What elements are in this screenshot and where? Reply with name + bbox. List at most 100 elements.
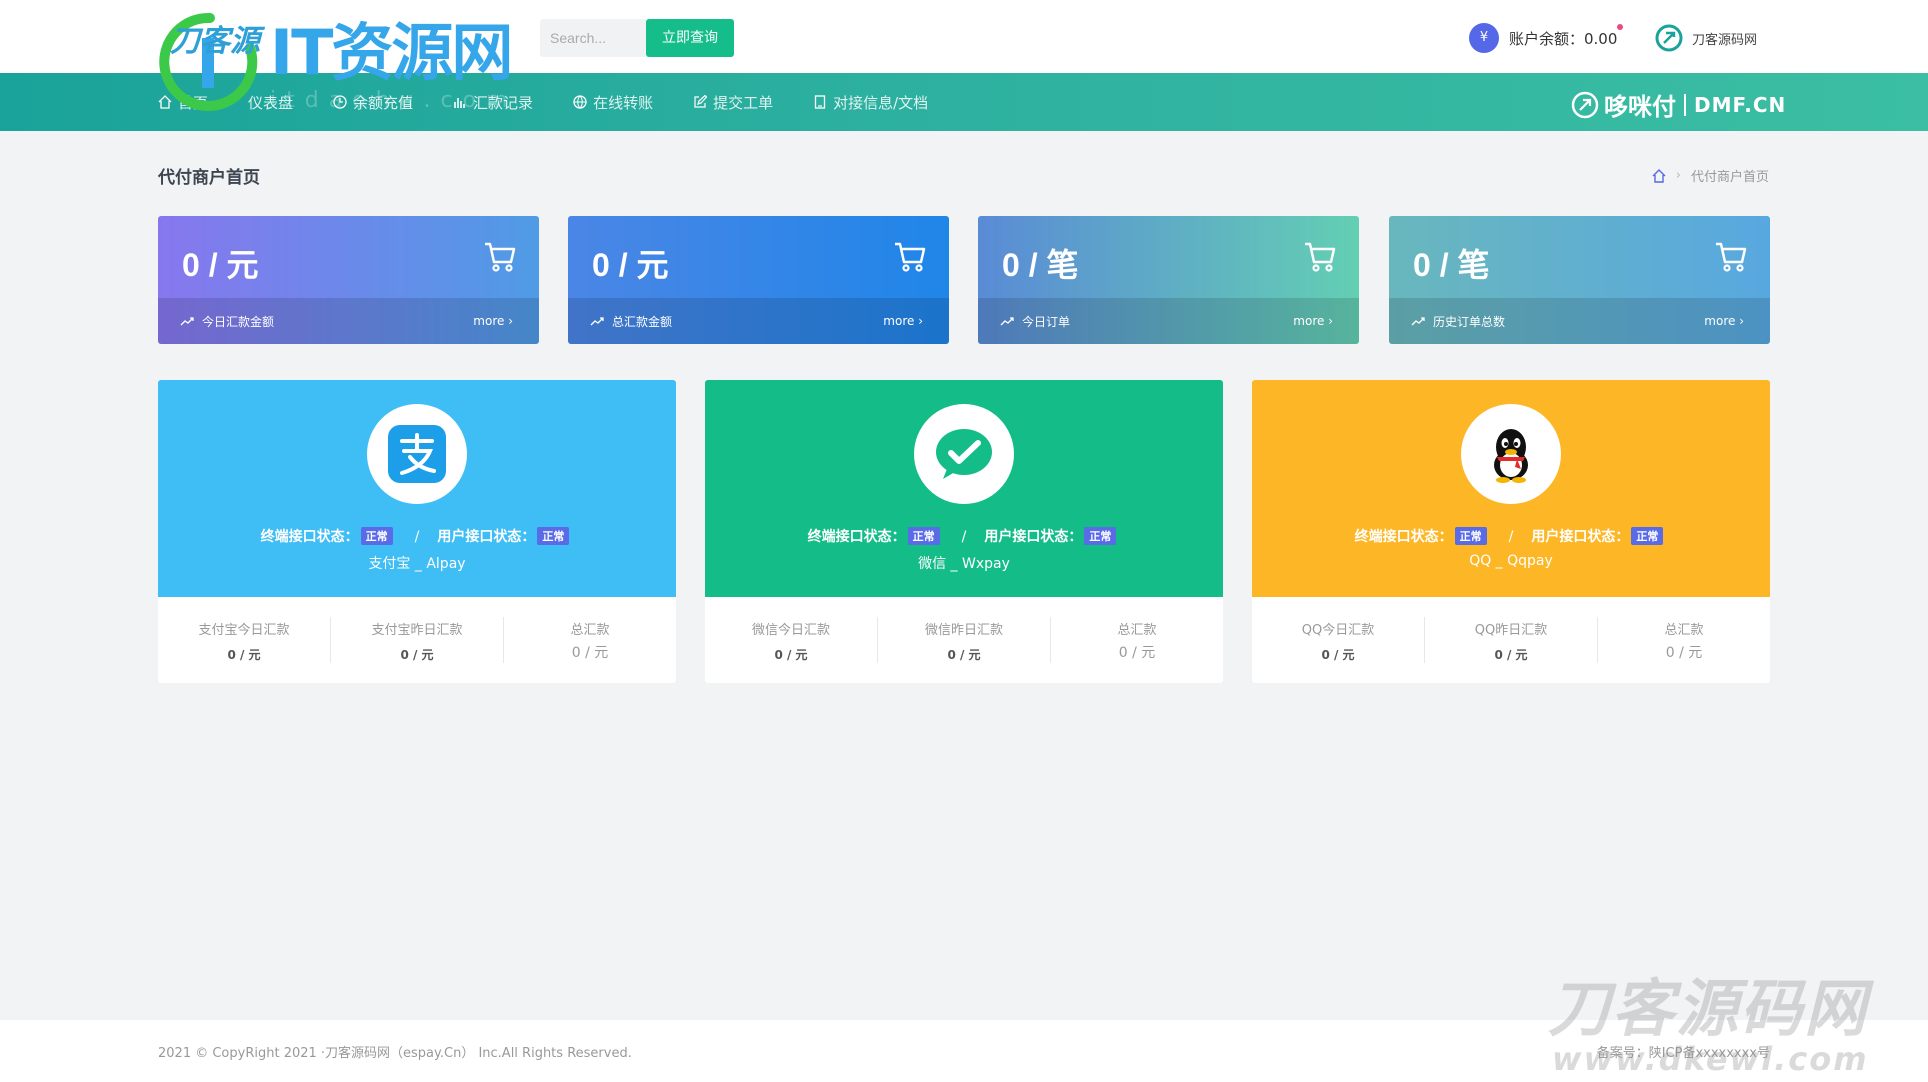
logo-sub: itdaohu.com xyxy=(270,88,518,113)
pay-stat-value: 0 / 元 xyxy=(400,648,434,662)
status-badge: 正常 xyxy=(907,527,940,545)
brand-logo[interactable]: 哆咪付 DMF.CN xyxy=(1570,87,1786,122)
nav-item-docs[interactable]: 对接信息/文档 xyxy=(813,92,928,113)
more-link[interactable]: more › xyxy=(883,314,923,328)
more-link[interactable]: more › xyxy=(1293,314,1333,328)
pay-stats: 支付宝今日汇款 0 / 元 支付宝昨日汇款 0 / 元 总汇款 0 / 元 xyxy=(158,597,676,683)
status-badge: 正常 xyxy=(1631,527,1664,545)
pay-channel-name: 微信 _ Wxpay xyxy=(918,556,1010,572)
pay-stat-today: 微信今日汇款 0 / 元 xyxy=(705,617,878,663)
pay-stat-today: QQ今日汇款 0 / 元 xyxy=(1252,617,1425,663)
interface-status: 终端接口状态： 正常 / 用户接口状态： 正常 xyxy=(705,526,1223,546)
pay-stat-yesterday: QQ昨日汇款 0 / 元 xyxy=(1425,617,1598,663)
yuan-coin-icon: ¥ xyxy=(1469,23,1499,53)
pay-stat-label: 微信昨日汇款 xyxy=(924,623,1003,638)
pay-stat-label: QQ昨日汇款 xyxy=(1474,623,1548,638)
pay-channel-name: 支付宝 _ Alpay xyxy=(368,556,466,572)
site-logo-icon xyxy=(1655,24,1683,52)
notification-dot xyxy=(1617,24,1624,30)
trend-up-icon xyxy=(180,317,194,326)
stat-value: 0 / 笔 xyxy=(1413,247,1490,283)
pay-stat-label: QQ今日汇款 xyxy=(1301,623,1375,638)
pay-stat-label: 支付宝昨日汇款 xyxy=(371,623,463,638)
breadcrumb-separator: › xyxy=(1675,168,1681,183)
pay-stat-value: 0 / 元 xyxy=(1494,648,1528,662)
stat-card-today-amount: 0 / 元 今日汇款金额 more › xyxy=(158,216,539,344)
pay-stat-label: 支付宝今日汇款 xyxy=(198,623,290,638)
watermark: 刀客源码网 xyxy=(1548,972,1869,1045)
more-link[interactable]: more › xyxy=(473,314,513,328)
pay-card-header: 终端接口状态： 正常 / 用户接口状态： 正常 支付宝 _ Alpay xyxy=(158,380,676,597)
qq-logo xyxy=(1461,404,1561,504)
pay-stat-label: 总汇款 xyxy=(570,623,610,638)
stat-value: 0 / 元 xyxy=(182,247,259,283)
user-status-label: 用户接口状态： xyxy=(984,529,1083,545)
interface-status: 终端接口状态： 正常 / 用户接口状态： 正常 xyxy=(1252,526,1770,546)
cart-icon xyxy=(895,242,926,272)
brand-icon xyxy=(1571,91,1599,118)
brand-divider xyxy=(1684,93,1686,116)
stat-footer: 今日汇款金额 more › xyxy=(158,298,539,344)
logo-text: IT资源网 xyxy=(270,16,513,89)
status-badge: 正常 xyxy=(537,527,570,545)
page-title: 代付商户首页 xyxy=(158,168,260,188)
more-link[interactable]: more › xyxy=(1704,314,1744,328)
site-name: 刀客源码网 xyxy=(1692,32,1758,48)
wechat-pay-icon xyxy=(936,429,992,479)
status-badge: 正常 xyxy=(1454,527,1487,545)
pay-stat-yesterday: 支付宝昨日汇款 0 / 元 xyxy=(331,617,504,663)
stat-footer: 历史订单总数 more › xyxy=(1389,298,1770,344)
stat-card-history-orders: 0 / 笔 历史订单总数 more › xyxy=(1389,216,1770,344)
stat-value: 0 / 元 xyxy=(592,247,669,283)
pay-stat-label: 总汇款 xyxy=(1117,623,1157,638)
pay-stat-value: 0 / 元 xyxy=(947,648,981,662)
alipay-logo xyxy=(367,404,467,504)
nav-item-ticket[interactable]: 提交工单 xyxy=(693,92,773,113)
pay-card-header: 终端接口状态： 正常 / 用户接口状态： 正常 微信 _ Wxpay xyxy=(705,380,1223,597)
watermark-url: www.dkewl.com xyxy=(1552,1040,1869,1078)
logo[interactable]: 刀客源 IT资源网 itdaohu.com xyxy=(150,8,570,113)
trend-up-icon xyxy=(1411,317,1425,326)
status-badge: 正常 xyxy=(1084,527,1117,545)
document-icon xyxy=(814,95,826,109)
nav-label: 提交工单 xyxy=(713,93,774,112)
pay-stats: 微信今日汇款 0 / 元 微信昨日汇款 0 / 元 总汇款 0 / 元 xyxy=(705,597,1223,683)
more-label: more xyxy=(473,314,505,328)
stat-label: 今日订单 xyxy=(1022,314,1071,329)
stat-label: 总汇款金额 xyxy=(612,314,673,329)
stat-footer: 今日订单 more › xyxy=(978,298,1359,344)
nav-label: 在线转账 xyxy=(593,93,654,112)
balance-label: 账户余额：0.00 xyxy=(1509,29,1618,48)
pay-stat-value: 0 / 元 xyxy=(227,648,261,662)
home-icon[interactable] xyxy=(1652,168,1666,183)
copyright-text: 2021 © CopyRight 2021 ·刀客源码网（espay.Cn） I… xyxy=(158,1046,632,1061)
cart-icon xyxy=(1305,242,1336,272)
trend-up-icon xyxy=(590,317,604,326)
account-balance[interactable]: ¥ 账户余额：0.00 xyxy=(1469,23,1624,53)
pay-stat-value: 0 / 元 xyxy=(1665,645,1703,661)
nav-item-transfer[interactable]: 在线转账 xyxy=(573,92,653,113)
user-status-label: 用户接口状态： xyxy=(437,529,536,545)
stat-label: 今日汇款金额 xyxy=(202,314,275,329)
pay-stat-label: 微信今日汇款 xyxy=(751,623,830,638)
interface-status: 终端接口状态： 正常 / 用户接口状态： 正常 xyxy=(158,526,676,546)
stat-value: 0 / 笔 xyxy=(1002,247,1079,283)
brand-name: 哆咪付 xyxy=(1604,93,1676,121)
search-button[interactable]: 立即查询 xyxy=(646,19,734,57)
more-label: more xyxy=(1293,314,1325,328)
pay-channel-name: QQ _ Qqpay xyxy=(1469,553,1553,569)
pay-stat-label: 总汇款 xyxy=(1664,623,1704,638)
stat-card-total-amount: 0 / 元 总汇款金额 more › xyxy=(568,216,949,344)
stat-label: 历史订单总数 xyxy=(1433,314,1506,329)
site-link[interactable]: 刀客源码网 xyxy=(1654,23,1757,53)
cart-icon xyxy=(1716,242,1747,272)
terminal-status-label: 终端接口状态： xyxy=(807,529,906,545)
nav-label: 对接信息/文档 xyxy=(833,93,929,112)
status-badge: 正常 xyxy=(360,527,393,545)
pay-stats: QQ今日汇款 0 / 元 QQ昨日汇款 0 / 元 总汇款 0 / 元 xyxy=(1252,597,1770,683)
pay-card-qq: 终端接口状态： 正常 / 用户接口状态： 正常 QQ _ Qqpay QQ今日汇款 0 /… xyxy=(1252,380,1770,683)
pay-stat-value: 0 / 元 xyxy=(1118,645,1156,661)
pay-stat-total: 总汇款 0 / 元 xyxy=(504,617,676,663)
alipay-icon xyxy=(388,425,446,483)
pay-stat-total: 总汇款 0 / 元 xyxy=(1051,617,1223,663)
